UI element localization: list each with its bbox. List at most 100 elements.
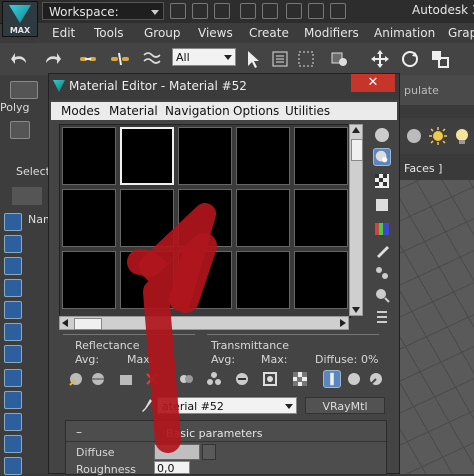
light-filter-icon[interactable] bbox=[4, 257, 22, 275]
scale-icon[interactable] bbox=[430, 49, 450, 69]
sun-icon[interactable] bbox=[428, 126, 448, 146]
bone-filter-icon[interactable] bbox=[4, 391, 22, 409]
diffuse-map-button[interactable] bbox=[202, 444, 216, 460]
menu-edit[interactable]: Edit bbox=[52, 26, 75, 40]
camera-filter-icon[interactable] bbox=[4, 279, 22, 297]
menu-group[interactable]: Group bbox=[144, 26, 181, 40]
bind-space-warp-icon[interactable] bbox=[142, 49, 162, 69]
menu-material[interactable]: Material bbox=[109, 104, 158, 118]
material-sample-slot[interactable] bbox=[236, 251, 290, 309]
video-color-check-icon[interactable] bbox=[373, 220, 391, 238]
unlink-icon[interactable] bbox=[110, 49, 130, 69]
assign-to-selection-icon[interactable] bbox=[117, 370, 135, 388]
select-by-material-icon[interactable] bbox=[373, 286, 391, 304]
redo-icon[interactable] bbox=[42, 49, 62, 69]
roughness-input[interactable]: 0,0 bbox=[154, 461, 190, 475]
menu-options[interactable]: Options bbox=[233, 104, 279, 118]
redo-quick-icon[interactable] bbox=[262, 3, 278, 19]
menu-animation[interactable]: Animation bbox=[374, 26, 435, 40]
select-object-icon[interactable] bbox=[244, 49, 264, 69]
undo-icon[interactable] bbox=[10, 49, 30, 69]
material-sample-slot[interactable] bbox=[178, 189, 232, 247]
menu-tools[interactable]: Tools bbox=[94, 26, 124, 40]
teapot-icon[interactable] bbox=[10, 121, 30, 139]
material-navigator-icon[interactable] bbox=[373, 308, 391, 326]
make-preview-icon[interactable] bbox=[373, 242, 391, 260]
options-icon[interactable] bbox=[373, 264, 391, 282]
reset-map-icon[interactable] bbox=[143, 370, 161, 388]
new-scene-icon[interactable] bbox=[170, 3, 186, 19]
open-file-icon[interactable] bbox=[192, 3, 208, 19]
material-sample-slot[interactable] bbox=[62, 127, 116, 185]
diffuse-color-swatch[interactable] bbox=[154, 444, 200, 460]
dropdown-arrow-icon[interactable] bbox=[330, 3, 346, 19]
material-id-channel-icon[interactable] bbox=[233, 370, 251, 388]
project-folder-icon[interactable] bbox=[286, 3, 302, 19]
material-sample-slot[interactable] bbox=[178, 251, 232, 309]
ribbon-label[interactable]: pulate bbox=[404, 84, 439, 97]
material-sample-slot[interactable] bbox=[62, 251, 116, 309]
material-sample-slot[interactable] bbox=[120, 189, 174, 247]
menu-utilities[interactable]: Utilities bbox=[285, 104, 330, 118]
project-icon[interactable] bbox=[308, 3, 324, 19]
sample-uv-tiling-icon[interactable] bbox=[373, 196, 391, 214]
group-filter-icon[interactable] bbox=[4, 345, 22, 363]
slots-vertical-scrollbar[interactable] bbox=[349, 124, 363, 316]
spacewarp-filter-icon[interactable] bbox=[4, 323, 22, 341]
put-to-scene-icon[interactable] bbox=[89, 370, 107, 388]
perspective-viewport[interactable] bbox=[400, 180, 474, 474]
backlight-icon[interactable] bbox=[373, 148, 391, 166]
slots-horizontal-scrollbar[interactable] bbox=[59, 316, 349, 330]
shape-filter-icon[interactable] bbox=[4, 235, 22, 253]
menu-modes[interactable]: Modes bbox=[61, 104, 100, 118]
pick-from-object-icon[interactable] bbox=[367, 370, 385, 388]
menu-navigation[interactable]: Navigation bbox=[165, 104, 230, 118]
xref-filter-icon[interactable] bbox=[4, 369, 22, 387]
scrollbar-thumb[interactable] bbox=[351, 139, 363, 161]
put-to-library-icon[interactable] bbox=[205, 370, 223, 388]
menu-create[interactable]: Create bbox=[249, 26, 289, 40]
graphite-tab-icon[interactable] bbox=[10, 81, 38, 99]
rotate-icon[interactable] bbox=[400, 49, 420, 69]
select-by-name-icon[interactable] bbox=[270, 49, 290, 69]
material-sample-slot[interactable] bbox=[294, 189, 348, 247]
go-to-parent-icon[interactable] bbox=[323, 370, 341, 388]
scroll-right-icon[interactable] bbox=[340, 319, 346, 327]
link-icon[interactable] bbox=[78, 49, 98, 69]
selection-filter-dropdown[interactable]: All bbox=[172, 48, 236, 66]
window-crossing-icon[interactable] bbox=[330, 49, 350, 69]
undo-quick-icon[interactable] bbox=[240, 3, 256, 19]
show-end-result-icon[interactable] bbox=[291, 370, 309, 388]
polygon-tab-label[interactable]: Polyg bbox=[0, 101, 30, 114]
sphere-light-icon[interactable] bbox=[404, 126, 424, 146]
material-sample-slot[interactable] bbox=[120, 251, 174, 309]
scroll-down-icon[interactable] bbox=[352, 307, 360, 313]
scroll-left-icon[interactable] bbox=[62, 319, 68, 327]
material-sample-slot[interactable] bbox=[178, 127, 232, 185]
go-forward-sibling-icon[interactable] bbox=[345, 370, 363, 388]
close-button[interactable]: ✕ bbox=[351, 74, 395, 92]
region-select-icon[interactable] bbox=[296, 49, 316, 69]
sample-type-sphere-icon[interactable] bbox=[373, 126, 391, 144]
material-sample-slot[interactable] bbox=[294, 127, 348, 185]
menu-views[interactable]: Views bbox=[198, 26, 233, 40]
get-material-icon[interactable] bbox=[67, 370, 85, 388]
make-unique-icon[interactable] bbox=[177, 370, 195, 388]
hidden-filter-icon[interactable] bbox=[4, 457, 22, 475]
select-field[interactable] bbox=[12, 187, 42, 205]
move-icon[interactable] bbox=[370, 49, 390, 69]
material-sample-slot[interactable] bbox=[236, 127, 290, 185]
collapse-icon[interactable]: – bbox=[76, 425, 82, 439]
container-filter-icon[interactable] bbox=[4, 413, 22, 431]
light-bulb-icon[interactable] bbox=[452, 126, 472, 146]
material-type-button[interactable]: VRayMtl bbox=[305, 397, 385, 414]
chevron-down-icon[interactable] bbox=[285, 404, 293, 409]
app-logo[interactable]: MAX bbox=[2, 1, 38, 37]
material-sample-slot[interactable] bbox=[236, 189, 290, 247]
helper-filter-icon[interactable] bbox=[4, 301, 22, 319]
scroll-up-icon[interactable] bbox=[352, 127, 360, 133]
menu-graph[interactable]: Grap bbox=[448, 26, 474, 40]
scrollbar-thumb[interactable] bbox=[74, 318, 102, 330]
menu-modifiers[interactable]: Modifiers bbox=[304, 26, 359, 40]
rollout-header[interactable]: – Basic parameters bbox=[66, 425, 386, 442]
